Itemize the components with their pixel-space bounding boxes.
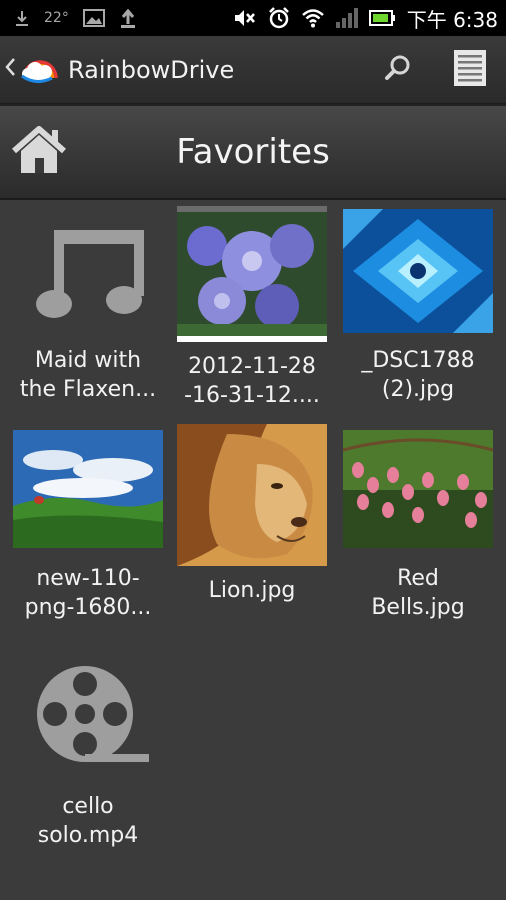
download-icon xyxy=(14,9,30,27)
search-button[interactable] xyxy=(362,36,434,103)
status-bar: 22° 下午 6:38 xyxy=(0,0,506,36)
home-button[interactable] xyxy=(0,104,78,200)
grid-item-music[interactable]: Maid with the Flaxen... xyxy=(6,206,170,404)
mute-icon xyxy=(233,7,257,29)
favorites-header: Favorites xyxy=(0,104,506,200)
item-label: 2012-11-28 -16-31-12.... xyxy=(184,354,320,408)
alarm-icon xyxy=(267,6,291,30)
grid-item-lion-image[interactable]: Lion.jpg xyxy=(170,424,334,605)
flowers-thumbnail xyxy=(177,206,327,342)
rainbow-cloud-logo[interactable] xyxy=(18,52,62,88)
item-label: Maid with the Flaxen... xyxy=(19,348,157,402)
menu-icon xyxy=(452,48,488,92)
image-icon xyxy=(82,9,105,27)
action-bar: RainbowDrive xyxy=(0,36,506,104)
grid-item-crystal-image[interactable]: _DSC1788 (2).jpg xyxy=(336,206,500,404)
music-note-icon xyxy=(13,206,163,336)
temperature-text: 22° xyxy=(44,10,69,26)
grid-item-video[interactable]: cello solo.mp4 xyxy=(6,652,170,850)
clock-text: 下午 6:38 xyxy=(406,7,498,32)
item-label: cello solo.mp4 xyxy=(37,794,139,848)
app-title[interactable]: RainbowDrive xyxy=(68,56,234,84)
grid-item-landscape-image[interactable]: new-110- png-1680... xyxy=(6,424,170,622)
search-icon xyxy=(383,53,413,87)
menu-button[interactable] xyxy=(434,36,506,103)
grid-item-flowers-image[interactable]: 2012-11-28 -16-31-12.... xyxy=(170,206,334,410)
item-label: _DSC1788 (2).jpg xyxy=(361,348,475,402)
wifi-icon xyxy=(301,8,325,28)
item-label: new-110- png-1680... xyxy=(24,566,152,620)
home-icon xyxy=(10,125,68,179)
back-chevron-icon[interactable] xyxy=(4,56,18,84)
item-label: Lion.jpg xyxy=(208,578,296,603)
upload-icon xyxy=(119,8,137,28)
battery-icon xyxy=(368,9,395,27)
item-label: Red Bells.jpg xyxy=(371,566,465,620)
grid-item-red-bells-image[interactable]: Red Bells.jpg xyxy=(336,424,500,622)
film-reel-icon xyxy=(13,652,163,782)
crystal-thumbnail xyxy=(343,206,493,336)
red-bells-thumbnail xyxy=(343,424,493,554)
signal-icon xyxy=(335,8,359,28)
landscape-thumbnail xyxy=(13,424,163,554)
lion-thumbnail xyxy=(177,424,327,566)
